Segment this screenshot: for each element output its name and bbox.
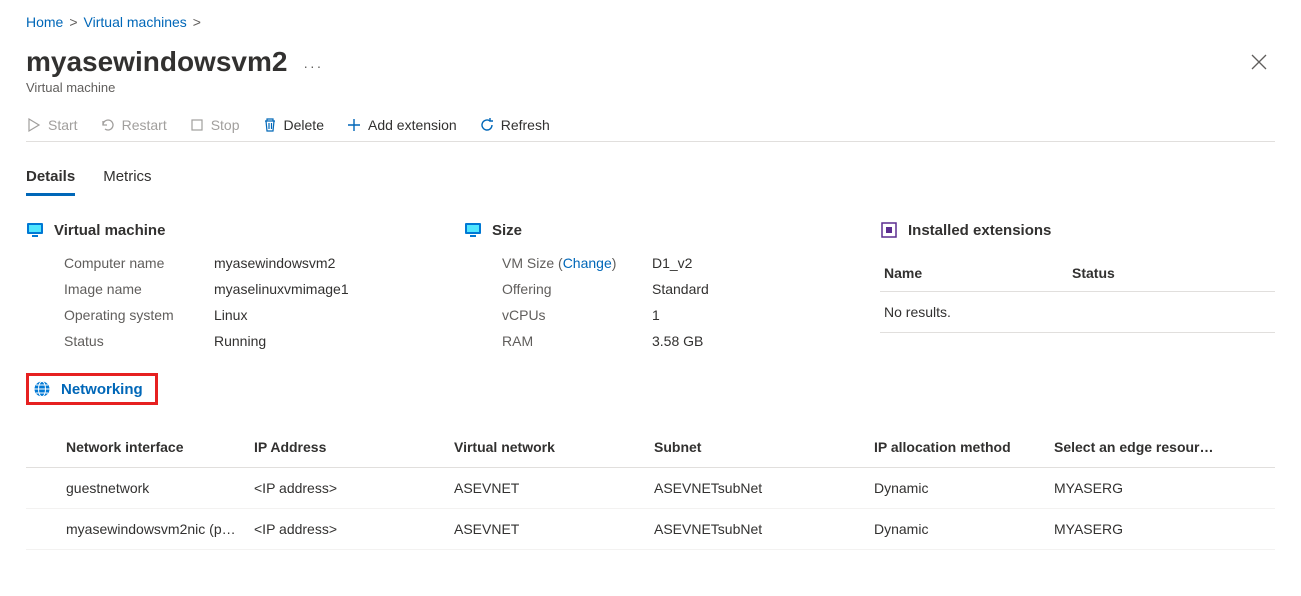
stop-icon [189, 117, 205, 133]
value-vcpus: 1 [652, 307, 860, 323]
command-bar: Start Restart Stop Delete Add extension … [26, 117, 1275, 141]
page-title: myasewindowsvm2 [26, 46, 287, 78]
table-row[interactable]: guestnetwork <IP address> ASEVNET ASEVNE… [26, 468, 1275, 509]
label-ram: RAM [502, 333, 652, 349]
value-computer-name: myasewindowsvm2 [214, 255, 444, 271]
net-col-edge[interactable]: Select an edge resour… [1046, 427, 1275, 468]
value-os: Linux [214, 307, 444, 323]
restart-label: Restart [122, 117, 167, 133]
extension-icon [880, 221, 898, 239]
net-col-vnet[interactable]: Virtual network [446, 427, 646, 468]
start-button[interactable]: Start [26, 117, 78, 133]
globe-icon [33, 380, 51, 398]
extensions-empty: No results. [880, 292, 1275, 333]
more-actions-icon[interactable]: ··· [303, 58, 323, 74]
net-col-alloc[interactable]: IP allocation method [866, 427, 1046, 468]
label-image-name: Image name [64, 281, 214, 297]
section-size: Size [464, 221, 860, 239]
value-vm-size: D1_v2 [652, 255, 860, 271]
cell-subnet: ASEVNETsubNet [646, 509, 866, 550]
breadcrumb-home[interactable]: Home [26, 14, 63, 30]
tab-list: Details Metrics [26, 164, 1275, 193]
breadcrumb: Home > Virtual machines > [26, 10, 1275, 34]
cell-vnet: ASEVNET [446, 468, 646, 509]
add-extension-label: Add extension [368, 117, 457, 133]
cell-ip: <IP address> [246, 468, 446, 509]
resource-type-label: Virtual machine [26, 80, 1243, 95]
section-networking-highlight: Networking [26, 373, 158, 405]
change-size-link[interactable]: Change [563, 255, 612, 271]
value-image-name: myaselinuxvmimage1 [214, 281, 444, 297]
extensions-table: Name Status No results. [880, 255, 1275, 333]
value-offering: Standard [652, 281, 860, 297]
refresh-icon [479, 117, 495, 133]
delete-label: Delete [284, 117, 324, 133]
stop-button[interactable]: Stop [189, 117, 240, 133]
section-virtual-machine-title: Virtual machine [54, 222, 165, 239]
size-properties: VM Size (Change) D1_v2 Offering Standard… [464, 255, 860, 349]
value-ram: 3.58 GB [652, 333, 860, 349]
cell-alloc: Dynamic [866, 468, 1046, 509]
label-computer-name: Computer name [64, 255, 214, 271]
monitor-icon [464, 221, 482, 239]
cell-nic: guestnetwork [66, 480, 236, 496]
label-vcpus: vCPUs [502, 307, 652, 323]
ext-col-status[interactable]: Status [1068, 255, 1275, 292]
section-extensions-title: Installed extensions [908, 222, 1051, 239]
chevron-right-icon: > [193, 14, 201, 30]
net-col-subnet[interactable]: Subnet [646, 427, 866, 468]
add-extension-button[interactable]: Add extension [346, 117, 457, 133]
table-row-empty: No results. [880, 292, 1275, 333]
plus-icon [346, 117, 362, 133]
tab-metrics[interactable]: Metrics [103, 164, 151, 193]
start-label: Start [48, 117, 78, 133]
cell-ip: <IP address> [246, 509, 446, 550]
networking-table: Network interface IP Address Virtual net… [26, 427, 1275, 550]
cell-subnet: ASEVNETsubNet [646, 468, 866, 509]
label-offering: Offering [502, 281, 652, 297]
restart-icon [100, 117, 116, 133]
refresh-button[interactable]: Refresh [479, 117, 550, 133]
net-col-nic[interactable]: Network interface [26, 427, 246, 468]
toolbar-separator [26, 141, 1275, 142]
net-col-ip[interactable]: IP Address [246, 427, 446, 468]
monitor-icon [26, 221, 44, 239]
tab-details[interactable]: Details [26, 164, 75, 193]
breadcrumb-virtual-machines[interactable]: Virtual machines [84, 14, 187, 30]
cell-vnet: ASEVNET [446, 509, 646, 550]
ext-col-name[interactable]: Name [880, 255, 1068, 292]
table-row[interactable]: myasewindowsvm2nic (p… <IP address> ASEV… [26, 509, 1275, 550]
section-size-title: Size [492, 222, 522, 239]
cell-nic: myasewindowsvm2nic (p… [66, 521, 236, 537]
cell-alloc: Dynamic [866, 509, 1046, 550]
stop-label: Stop [211, 117, 240, 133]
close-button[interactable] [1243, 46, 1275, 78]
section-virtual-machine: Virtual machine [26, 221, 444, 239]
refresh-label: Refresh [501, 117, 550, 133]
cell-edge: MYASERG [1046, 509, 1275, 550]
delete-button[interactable]: Delete [262, 117, 324, 133]
restart-button[interactable]: Restart [100, 117, 167, 133]
close-icon [1251, 54, 1267, 70]
value-status: Running [214, 333, 444, 349]
label-os: Operating system [64, 307, 214, 323]
chevron-right-icon: > [69, 14, 77, 30]
trash-icon [262, 117, 278, 133]
section-extensions: Installed extensions [880, 221, 1275, 239]
cell-edge: MYASERG [1046, 468, 1275, 509]
play-icon [26, 117, 42, 133]
label-vm-size: VM Size (Change) [502, 255, 652, 271]
networking-link[interactable]: Networking [61, 381, 143, 398]
label-status: Status [64, 333, 214, 349]
vm-properties: Computer name myasewindowsvm2 Image name… [26, 255, 444, 349]
